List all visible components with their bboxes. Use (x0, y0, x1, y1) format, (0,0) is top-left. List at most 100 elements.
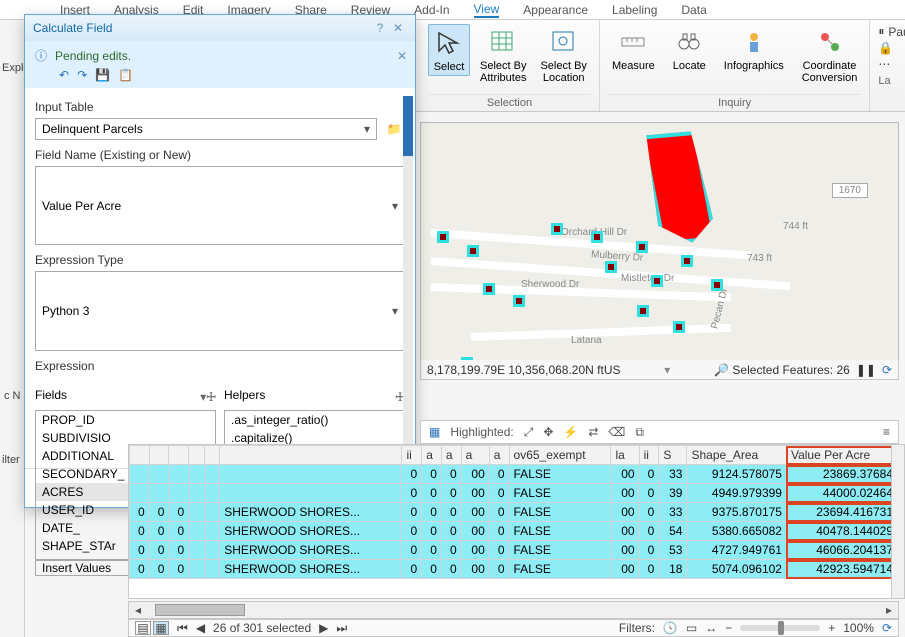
refresh-icon[interactable]: ⟳ (882, 621, 892, 635)
tab-data[interactable]: Data (681, 3, 706, 17)
table-row[interactable]: 000SHERWOOD SHORES...000000FALSE00018507… (130, 560, 898, 579)
map-point[interactable] (651, 275, 663, 287)
pending-edits-banner: ⓘ Pending edits. ✕ ↶ ↷ 💾 📋 (25, 41, 415, 88)
clear-icon[interactable]: ⌫ (608, 425, 625, 439)
chevron-down-icon[interactable]: ▾ (664, 363, 670, 377)
tab-view[interactable]: View (474, 2, 500, 18)
measure-button[interactable]: Measure (608, 24, 659, 74)
table-row[interactable]: 000SHERWOOD SHORES...000000FALSE00033937… (130, 503, 898, 522)
view-selected-icon[interactable]: ▦ (153, 621, 169, 635)
map-point[interactable] (673, 321, 685, 333)
table-row[interactable]: 000SHERWOOD SHORES...000000FALSE00053472… (130, 541, 898, 560)
map-point[interactable] (636, 241, 648, 253)
scroll-thumb[interactable] (155, 604, 245, 616)
discard-edits-icon[interactable]: 📋 (118, 68, 133, 82)
table-h-scrollbar[interactable]: ◂ ▸ (128, 601, 899, 619)
select-button[interactable]: Select (428, 24, 470, 76)
help-icon[interactable]: ? (371, 21, 389, 35)
selected-polygon[interactable] (641, 131, 717, 245)
pause-button[interactable]: ⏸Pause (878, 24, 905, 39)
select-by-location-button[interactable]: Select By Location (536, 24, 590, 86)
next-record-icon[interactable]: ▶ (319, 621, 328, 635)
map-point[interactable] (605, 261, 617, 273)
save-edits-icon[interactable]: 💾 (95, 68, 110, 82)
map-point[interactable] (591, 231, 603, 243)
column-header[interactable]: Shape_Area (687, 446, 787, 465)
table-row[interactable]: 000000FALSE000339124.57807523869.37684 (130, 465, 898, 484)
field-name-select[interactable]: Value Per Acre▾ (35, 166, 405, 245)
dialog-scrollbar[interactable] (403, 96, 413, 460)
lock-button[interactable]: 🔒 (878, 41, 905, 55)
tab-appearance[interactable]: Appearance (523, 3, 588, 17)
expression-type-select[interactable]: Python 3▾ (35, 271, 405, 350)
infographics-icon (738, 26, 770, 58)
column-header[interactable]: S (659, 446, 687, 465)
map-coordinate-bar: 8,178,199.79E 10,356,068.20N ftUS ▾ 🔎 Se… (420, 360, 899, 380)
dialog-titlebar[interactable]: Calculate Field ? ✕ (25, 15, 415, 41)
column-header[interactable]: a (422, 446, 442, 465)
road (431, 283, 731, 301)
column-header[interactable]: ov65_exempt (509, 446, 611, 465)
column-header[interactable]: ii (402, 446, 422, 465)
column-header[interactable]: a (489, 446, 509, 465)
zoom-in-icon[interactable]: + (828, 621, 835, 635)
column-header[interactable]: a (461, 446, 489, 465)
more-labeling-button[interactable]: ⋯ (878, 57, 905, 71)
redo-icon[interactable]: ↷ (77, 68, 87, 82)
map-point[interactable] (637, 305, 649, 317)
table-row[interactable]: 000SHERWOOD SHORES...000000FALSE00054538… (130, 522, 898, 541)
zoom-out-icon[interactable]: − (725, 621, 732, 635)
flash-icon[interactable]: ⚡ (563, 425, 578, 439)
tab-labeling[interactable]: Labeling (612, 3, 657, 17)
map-view[interactable]: Orchard Hill Dr Mulberry Dr Sherwood Dr … (420, 122, 899, 376)
first-record-icon[interactable]: ⏮ (177, 621, 188, 636)
scroll-right-icon[interactable]: ▸ (880, 602, 898, 618)
map-point[interactable] (711, 279, 723, 291)
map-point[interactable] (483, 283, 495, 295)
coordinate-conversion-button[interactable]: Coordinate Conversion (798, 24, 862, 86)
field-item[interactable]: PROP_ID (36, 411, 215, 429)
tab-addin[interactable]: Add-In (414, 3, 449, 17)
infographics-button[interactable]: Infographics (720, 24, 788, 74)
banner-close-icon[interactable]: ✕ (397, 49, 407, 63)
locate-button[interactable]: Locate (669, 24, 710, 74)
zoom-to-icon[interactable]: ⤢ (524, 425, 534, 440)
switch-icon[interactable]: ⇄ (588, 425, 598, 439)
map-point[interactable] (467, 245, 479, 257)
pending-text: Pending edits. (55, 49, 131, 63)
column-header[interactable]: ii (639, 446, 659, 465)
select-by-attributes-button[interactable]: Select By Attributes (476, 24, 530, 86)
map-point[interactable] (437, 231, 449, 243)
map-point[interactable] (681, 255, 693, 267)
column-header[interactable]: a (441, 446, 461, 465)
menu-icon[interactable]: ≡ (883, 425, 890, 439)
undo-icon[interactable]: ↶ (59, 68, 69, 82)
browse-folder-button[interactable]: 📁 (383, 118, 405, 140)
map-point[interactable] (551, 223, 563, 235)
table-field-icon[interactable]: ▦ (429, 425, 440, 439)
column-header[interactable]: Value Per Acre (786, 446, 897, 465)
close-icon[interactable]: ✕ (389, 21, 407, 35)
view-switch[interactable]: ▤▦ (135, 621, 169, 635)
filter-extent-icon[interactable]: ▭ (686, 621, 697, 635)
view-all-icon[interactable]: ▤ (135, 621, 151, 635)
filter-time-icon[interactable]: 🕓 (663, 621, 678, 635)
filter-funnel-icon[interactable]: ▾🜊 (200, 383, 216, 408)
helper-item[interactable]: .as_integer_ratio() (225, 411, 404, 429)
prev-record-icon[interactable]: ◀ (196, 621, 205, 635)
pause-draw-icon[interactable]: ❚❚ (856, 363, 876, 377)
refresh-icon[interactable]: ⟳ (882, 363, 892, 377)
attribute-table[interactable]: iiaaaaov65_exemptlaiiSShape_AreaValue Pe… (128, 444, 899, 599)
zoom-slider[interactable] (740, 625, 820, 631)
filter-range-icon[interactable]: ↔ (705, 621, 717, 635)
column-header[interactable]: la (611, 446, 639, 465)
table-row[interactable]: 000000FALSE000394949.97939944000.02464 (130, 484, 898, 503)
copy-icon[interactable]: ⧉ (635, 425, 644, 440)
scroll-left-icon[interactable]: ◂ (129, 602, 147, 618)
last-record-icon[interactable]: ⏭ (336, 621, 347, 636)
elevation-label: 743 ft (747, 253, 772, 264)
table-v-scrollbar[interactable] (891, 444, 905, 599)
input-table-select[interactable]: Delinquent Parcels▾ (35, 118, 377, 140)
map-point[interactable] (513, 295, 525, 307)
pan-to-icon[interactable]: ✥ (543, 425, 553, 439)
